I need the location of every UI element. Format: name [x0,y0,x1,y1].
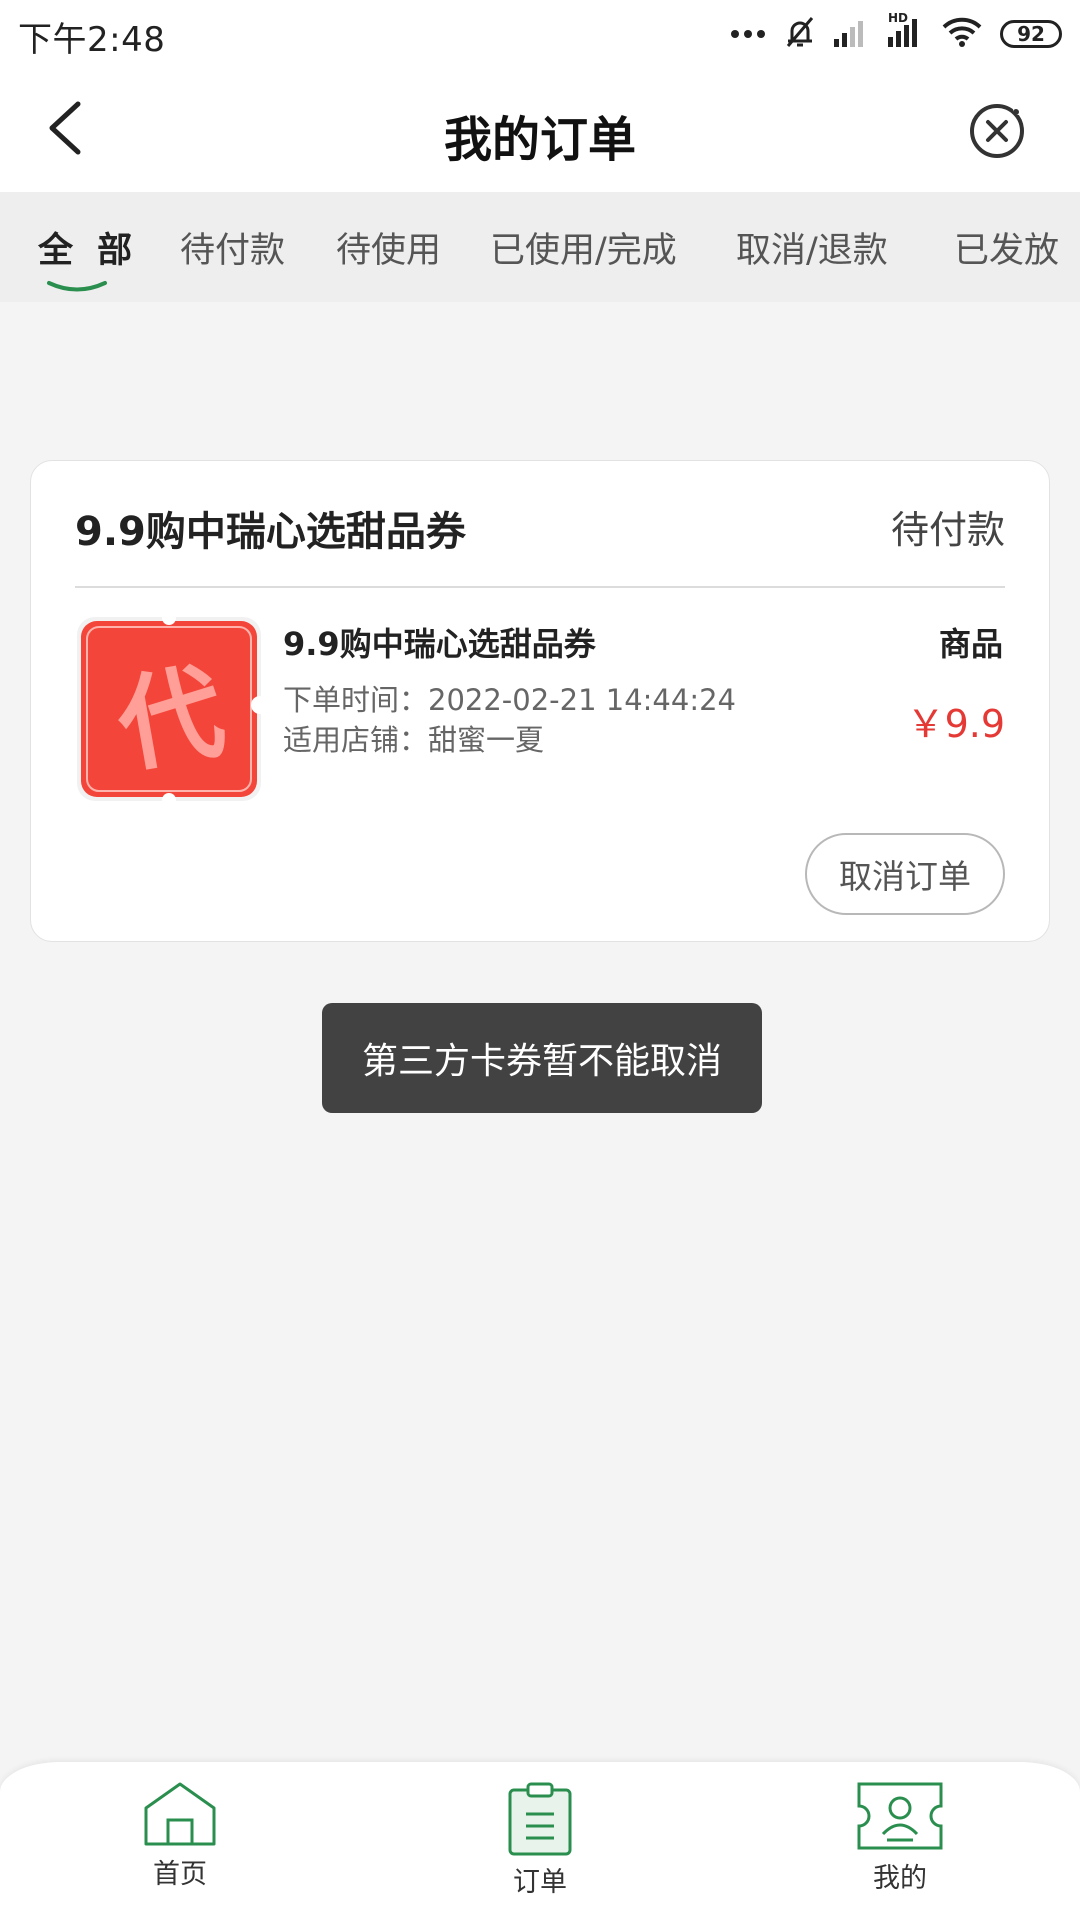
order-status: 待付款 [890,508,1005,552]
signal-hd-icon: HD [888,11,924,51]
tab-all[interactable]: 全 部 [38,222,138,273]
order-title: 9.9购中瑞心选甜品券 [75,509,466,555]
wifi-icon [942,17,982,51]
bottom-tab-home[interactable]: 首页 [110,1780,250,1891]
close-miniprogram-button[interactable] [966,100,1028,162]
coupon-thumbnail-char: 代 [108,649,233,788]
tab-used-completed[interactable]: 已使用/完成 [490,222,677,273]
item-price: ￥9.9 [906,702,1005,746]
bottom-tab-home-label: 首页 [153,1859,207,1890]
item-name: 9.9购中瑞心选甜品券 [283,625,596,663]
active-tab-indicator [47,281,107,292]
bell-muted-icon [784,15,816,53]
coupon-thumbnail: 代 [75,611,269,807]
bottom-tab-bar: 首页 订单 我的 [0,1762,1080,1920]
bottom-tab-profile-label: 我的 [873,1863,927,1894]
home-icon [144,1782,216,1846]
applicable-store: 适用店铺：甜蜜一夏 [283,723,545,757]
tab-pending-payment[interactable]: 待付款 [180,222,285,273]
navigation-bar: 我的订单 [0,66,1080,192]
item-type-label: 商品 [938,625,1003,663]
status-bar: 下午2:48 HD 92 [0,0,1080,66]
more-dots-icon [730,25,766,44]
signal-icon [834,17,870,51]
order-filter-tabs: 全 部 待付款 待使用 已使用/完成 取消/退款 已发放 [0,192,1080,302]
order-card[interactable]: 9.9购中瑞心选甜品券 待付款 代 9.9购中瑞心选甜品券 下单时间：2022-… [30,460,1050,942]
bottom-tab-orders[interactable]: 订单 [470,1780,610,1899]
hd-label: HD [888,11,909,25]
profile-card-icon [857,1782,943,1850]
tab-to-use[interactable]: 待使用 [336,222,441,273]
tab-issued[interactable]: 已发放 [954,222,1059,273]
tab-cancelled-refunded[interactable]: 取消/退款 [736,222,888,273]
orders-icon [508,1782,572,1856]
close-circle-icon [970,104,1024,158]
toast-message: 第三方卡券暂不能取消 [322,1003,762,1113]
cancel-order-button[interactable]: 取消订单 [805,833,1005,915]
page-title: 我的订单 [443,112,636,168]
card-divider [75,586,1005,588]
status-icons: HD 92 [730,11,1062,54]
bottom-tab-profile[interactable]: 我的 [830,1780,970,1895]
order-time: 下单时间：2022-02-21 14:44:24 [283,683,736,717]
status-time: 下午2:48 [18,20,166,60]
bottom-tab-orders-label: 订单 [513,1867,567,1898]
battery-icon: 92 [1000,20,1062,48]
